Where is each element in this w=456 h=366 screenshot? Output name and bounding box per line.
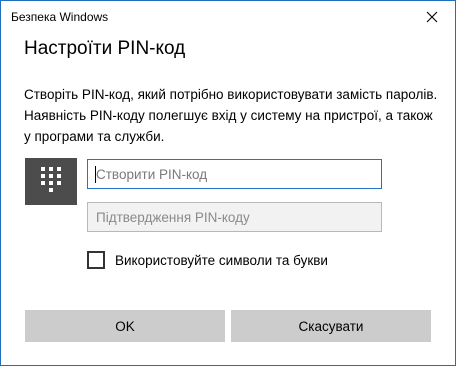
keypad-icon xyxy=(40,166,62,197)
create-pin-input[interactable] xyxy=(87,159,382,189)
dialog-description: Створіть PIN-код, який потрібно використ… xyxy=(24,87,438,144)
keypad-tile xyxy=(25,158,77,205)
title-bar[interactable]: Безпека Windows xyxy=(1,1,455,33)
cancel-button[interactable]: Скасувати xyxy=(231,310,431,342)
letters-symbols-label: Використовуйте символи та букви xyxy=(115,252,328,268)
security-dialog-window: Безпека Windows Настроїти PIN-код Створі… xyxy=(0,0,456,366)
ok-button[interactable]: OK xyxy=(25,310,225,342)
letters-symbols-checkbox[interactable] xyxy=(87,251,105,269)
close-button[interactable] xyxy=(409,1,455,33)
confirm-pin-input[interactable] xyxy=(87,202,382,232)
dialog-heading: Настроїти PIN-код xyxy=(24,38,186,59)
close-icon xyxy=(426,11,438,23)
window-title: Безпека Windows xyxy=(11,10,109,24)
text-caret xyxy=(95,166,96,183)
letters-symbols-option[interactable]: Використовуйте символи та букви xyxy=(87,251,328,269)
